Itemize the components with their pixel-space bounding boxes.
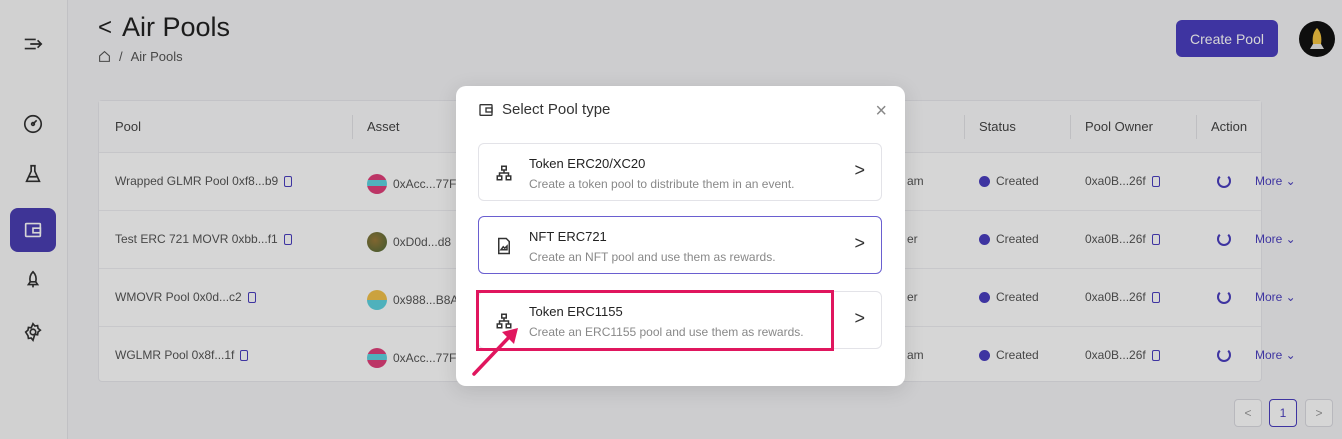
option-title: Token ERC20/XC20: [529, 156, 646, 171]
file-image-icon: [498, 237, 510, 255]
chevron-right-icon: >: [854, 233, 865, 253]
pointer-arrow-icon: [472, 328, 518, 376]
option-description: Create a token pool to distribute them i…: [529, 177, 795, 191]
sitemap-icon: [496, 165, 512, 181]
dialog-header: Select Pool type: [478, 101, 610, 118]
option-description: Create an NFT pool and use them as rewar…: [529, 250, 776, 264]
chevron-right-icon: >: [854, 160, 865, 180]
option-title: NFT ERC721: [529, 229, 607, 244]
highlight-box: [476, 290, 834, 351]
option-token-erc20[interactable]: Token ERC20/XC20 Create a token pool to …: [478, 143, 882, 201]
close-icon[interactable]: ×: [875, 100, 887, 123]
option-nft-erc721[interactable]: NFT ERC721 Create an NFT pool and use th…: [478, 216, 882, 274]
dialog-title: Select Pool type: [502, 101, 611, 118]
wallet-icon: [479, 103, 493, 116]
chevron-right-icon: >: [854, 308, 865, 328]
